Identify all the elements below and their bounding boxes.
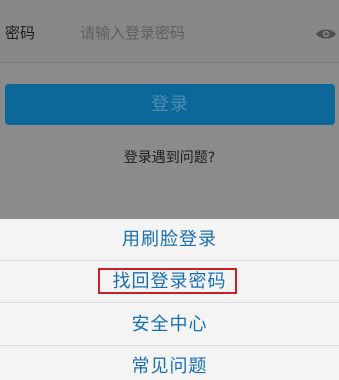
eye-icon[interactable] [315,26,337,40]
sheet-item-security-center[interactable]: 安全中心 [0,304,339,346]
password-input[interactable] [80,21,305,45]
login-screen: 密码 登录 登录遇到问题? 用刷脸登录 找回登录密码 安全中心 常见问题 [0,0,339,380]
login-help-link[interactable]: 登录遇到问题? [0,147,339,167]
password-label: 密码 [5,24,36,42]
sheet-item-face-login[interactable]: 用刷脸登录 [0,219,339,261]
highlight-annotation-box [98,268,237,294]
login-button[interactable]: 登录 [5,84,335,125]
password-row: 密码 [0,0,339,63]
action-sheet: 用刷脸登录 找回登录密码 安全中心 常见问题 [0,219,339,380]
sheet-item-faq[interactable]: 常见问题 [0,346,339,380]
